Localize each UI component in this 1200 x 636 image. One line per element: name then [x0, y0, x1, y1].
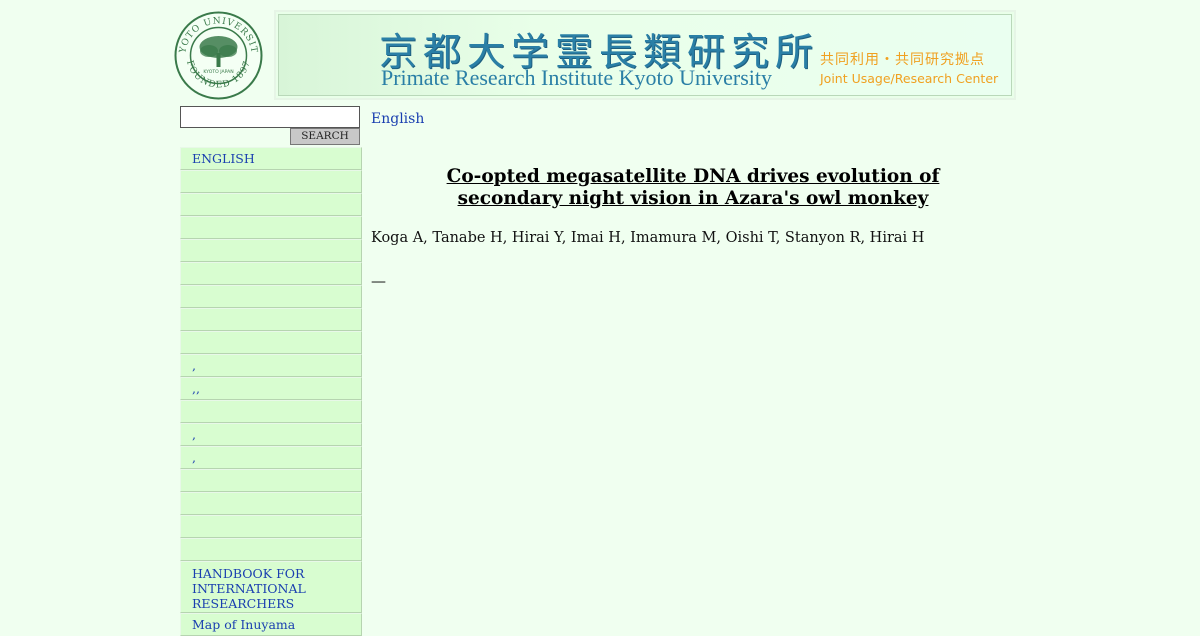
- sidebar-item[interactable]: [180, 193, 362, 216]
- sidebar-item[interactable]: [180, 538, 362, 561]
- sidebar-item-handbook[interactable]: HANDBOOK FOR INTERNATIONAL RESEARCHERS: [180, 561, 362, 613]
- sidebar-item[interactable]: [180, 262, 362, 285]
- content-separator: —: [371, 272, 386, 290]
- sidebar-item-map-of-inuyama[interactable]: Map of Inuyama: [180, 613, 362, 636]
- sidebar-item[interactable]: [180, 492, 362, 515]
- sidebar-item-label[interactable]: ,: [192, 450, 196, 465]
- header-banner[interactable]: 京都大学霊長類研究所 Primate Research Institute Ky…: [276, 12, 1014, 98]
- search-button[interactable]: SEARCH: [290, 128, 360, 145]
- seal-center-text: KYOTO JAPAN: [203, 69, 233, 75]
- banner-jp-subtitle: 共同利用・共同研究拠点: [820, 52, 985, 68]
- sidebar-item[interactable]: [180, 515, 362, 538]
- sidebar-item[interactable]: [180, 285, 362, 308]
- sidebar-item[interactable]: [180, 239, 362, 262]
- sidebar-item[interactable]: ,: [180, 446, 362, 469]
- sidebar-item-english[interactable]: ENGLISH: [180, 147, 362, 170]
- search-input[interactable]: [180, 106, 360, 128]
- sidebar-item-label[interactable]: HANDBOOK FOR INTERNATIONAL RESEARCHERS: [192, 566, 306, 611]
- university-seal-icon: KYOTO UNIVERSITY FOUNDED 1897 KYOTO JAPA…: [169, 4, 263, 100]
- sidebar-item-label[interactable]: ,,: [192, 381, 200, 396]
- sidebar-item[interactable]: ,: [180, 354, 362, 377]
- banner-en-subtitle: Joint Usage/Research Center: [820, 71, 999, 86]
- sidebar-item[interactable]: [180, 170, 362, 193]
- sidebar-item[interactable]: ,,: [180, 377, 362, 400]
- kyoto-university-logo[interactable]: KYOTO UNIVERSITY FOUNDED 1897 KYOTO JAPA…: [169, 4, 264, 100]
- sidebar-item[interactable]: [180, 331, 362, 354]
- sidebar-item[interactable]: [180, 469, 362, 492]
- sidebar-nav: ENGLISH , ,, , , HANDBOOK FOR INTERNATIO…: [180, 147, 362, 636]
- sidebar-item[interactable]: ,: [180, 423, 362, 446]
- sidebar-item[interactable]: [180, 308, 362, 331]
- language-link-english[interactable]: English: [371, 111, 424, 127]
- banner-en-title: Primate Research Institute Kyoto Univers…: [381, 65, 773, 90]
- sidebar-item-label[interactable]: ,: [192, 358, 196, 373]
- sidebar-item-label[interactable]: ,: [192, 427, 196, 442]
- sidebar-item[interactable]: [180, 400, 362, 423]
- sidebar-item-label[interactable]: ENGLISH: [192, 151, 255, 166]
- sidebar-item[interactable]: [180, 216, 362, 239]
- article-title: Co-opted megasatellite DNA drives evolut…: [446, 166, 940, 209]
- banner-panel: 京都大学霊長類研究所 Primate Research Institute Ky…: [278, 14, 1012, 96]
- article-authors: Koga A, Tanabe H, Hirai Y, Imai H, Imamu…: [371, 230, 925, 246]
